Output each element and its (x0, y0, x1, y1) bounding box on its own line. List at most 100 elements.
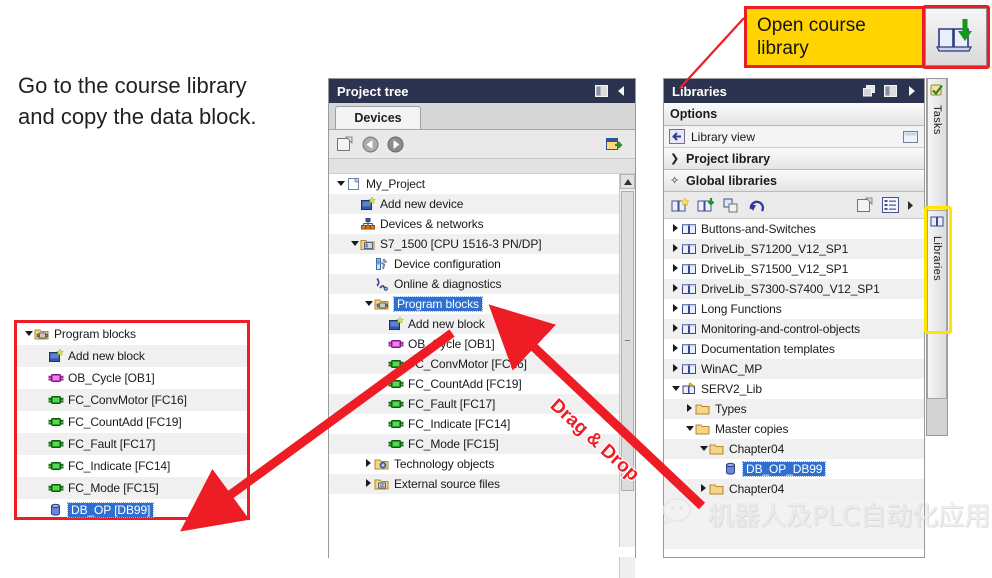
tree-row[interactable]: Technology objects (329, 454, 620, 474)
tree-row-label: DB_OP [DB99] (66, 502, 155, 518)
chevron-down-icon[interactable] (670, 385, 681, 394)
tree-row-label: Buttons-and-Switches (701, 222, 816, 236)
copy-library-icon[interactable] (721, 196, 742, 214)
tree-row[interactable]: FC_CountAdd [FC19] (17, 411, 247, 433)
online-diagnostics-icon (374, 277, 391, 292)
tree-row-label: External source files (394, 477, 500, 491)
tree-row[interactable]: DB_OP_DB99 (664, 459, 924, 479)
tree-row[interactable]: OB_Cycle [OB1] (17, 367, 247, 389)
project-library-section[interactable]: ❯ Project library (664, 148, 924, 170)
sidebar-tab-tasks[interactable]: Tasks (927, 79, 947, 211)
chevron-right-icon[interactable] (670, 224, 681, 234)
global-libraries-section[interactable]: ✧ Global libraries (664, 170, 924, 192)
collapse-left-icon[interactable] (614, 83, 630, 99)
tree-row[interactable]: OB_Cycle [OB1] (329, 334, 620, 354)
libraries-titlebar: Libraries (664, 79, 924, 103)
tree-row[interactable]: FC_ConvMotor [FC16] (17, 389, 247, 411)
chevron-right-icon[interactable] (670, 364, 681, 374)
options-label: Options (670, 107, 718, 121)
tree-row-label: Program blocks (54, 327, 136, 341)
open-library-icon[interactable] (695, 196, 716, 214)
chevron-right-icon[interactable] (670, 264, 681, 274)
tree-row[interactable]: Device configuration (329, 254, 620, 274)
library-icon (681, 222, 698, 237)
tree-row[interactable]: Master copies (664, 419, 924, 439)
tree-row[interactable]: DriveLib_S71500_V12_SP1 (664, 259, 924, 279)
tree-row[interactable]: FC_Fault [FC17] (17, 433, 247, 455)
project-tree-scrollbar[interactable] (619, 174, 635, 578)
chevron-right-icon[interactable] (670, 284, 681, 294)
chevron-down-icon[interactable] (335, 180, 346, 189)
tree-row[interactable]: DriveLib_S7300-S7400_V12_SP1 (664, 279, 924, 299)
tree-row[interactable]: DB_OP [DB99] (17, 499, 247, 521)
tree-row[interactable]: WinAC_MP (664, 359, 924, 379)
tree-row[interactable]: Online & diagnostics (329, 274, 620, 294)
tree-row[interactable]: ab External source files (329, 474, 620, 494)
tree-row[interactable]: Program blocks (17, 323, 247, 345)
chevron-right-icon[interactable] (670, 244, 681, 254)
torn-edge-libraries (664, 549, 924, 557)
toolbar-overflow-icon[interactable] (905, 197, 914, 213)
split-view-icon[interactable] (593, 83, 609, 99)
float-icon[interactable] (861, 83, 877, 99)
instruction-line-2: and copy the data block. (18, 104, 257, 129)
snapshot-icon[interactable] (604, 135, 624, 153)
chevron-right-icon[interactable] (363, 479, 374, 489)
collapse-right-icon[interactable] (903, 83, 919, 99)
tree-row[interactable]: SERV2_Lib (664, 379, 924, 399)
tree-row-label: Chapter04 (729, 442, 785, 456)
sidebar-tab-libraries[interactable]: Libraries (927, 211, 947, 399)
tree-row[interactable]: Long Functions (664, 299, 924, 319)
tree-row[interactable]: Devices & networks (329, 214, 620, 234)
chevron-right-icon[interactable] (670, 304, 681, 314)
tree-row-label: Add new block (408, 317, 485, 331)
tree-row[interactable]: Buttons-and-Switches (664, 219, 924, 239)
tree-row[interactable]: S7_1500 [CPU 1516-3 PN/DP] (329, 234, 620, 254)
tree-row[interactable]: Types (664, 399, 924, 419)
back-icon[interactable] (360, 135, 380, 153)
split-view-icon[interactable] (882, 83, 898, 99)
scroll-thumb[interactable] (621, 191, 634, 491)
forward-icon[interactable] (385, 135, 405, 153)
chevron-down-icon[interactable] (684, 425, 695, 434)
retrieve-library-icon[interactable] (747, 196, 768, 214)
tree-row[interactable]: FC_Indicate [FC14] (17, 455, 247, 477)
new-object-icon[interactable] (855, 196, 875, 214)
chevron-right-icon[interactable] (363, 459, 374, 469)
tree-row[interactable]: FC_CountAdd [FC19] (329, 374, 620, 394)
new-window-icon[interactable] (335, 135, 355, 153)
instruction-text: Go to the course library and copy the da… (18, 70, 330, 132)
library-view-toggle-icon[interactable] (902, 129, 918, 145)
chevron-right-icon[interactable] (670, 324, 681, 334)
chevron-down-icon[interactable] (349, 240, 360, 249)
tree-row[interactable]: DriveLib_S71200_V12_SP1 (664, 239, 924, 259)
tree-row[interactable]: My_Project (329, 174, 620, 194)
tree-row[interactable]: Add new block (17, 345, 247, 367)
open-library-toolbar-button[interactable] (925, 8, 987, 66)
tree-row[interactable]: Program blocks (329, 294, 620, 314)
open-course-library-callout: Open course library (744, 6, 930, 68)
tree-row[interactable]: FC_Mode [FC15] (17, 477, 247, 499)
chevron-down-icon[interactable] (698, 445, 709, 454)
tree-row[interactable]: Add new block (329, 314, 620, 334)
chevron-right-icon[interactable] (670, 344, 681, 354)
chevron-down-icon[interactable] (363, 300, 374, 309)
tree-row[interactable]: Monitoring-and-control-objects (664, 319, 924, 339)
libraries-title: Libraries (672, 83, 727, 99)
tree-row[interactable]: Chapter04 (664, 439, 924, 459)
library-view-row[interactable]: Library view (664, 126, 924, 148)
chevron-right-icon[interactable] (698, 484, 709, 494)
tree-row[interactable]: FC_ConvMotor [FC16] (329, 354, 620, 374)
tab-devices[interactable]: Devices (335, 106, 421, 129)
list-view-icon[interactable] (880, 196, 900, 214)
project-icon (346, 177, 363, 192)
tree-row[interactable]: Add new device (329, 194, 620, 214)
chevron-down-icon[interactable] (23, 330, 34, 339)
torn-edge-project-tree (329, 547, 635, 557)
chevron-right-icon[interactable] (684, 404, 695, 414)
scroll-up-button[interactable] (620, 174, 635, 189)
options-section[interactable]: Options (664, 103, 924, 126)
tree-row[interactable]: Documentation templates (664, 339, 924, 359)
library-icon (681, 322, 698, 337)
new-library-icon[interactable] (669, 196, 690, 214)
